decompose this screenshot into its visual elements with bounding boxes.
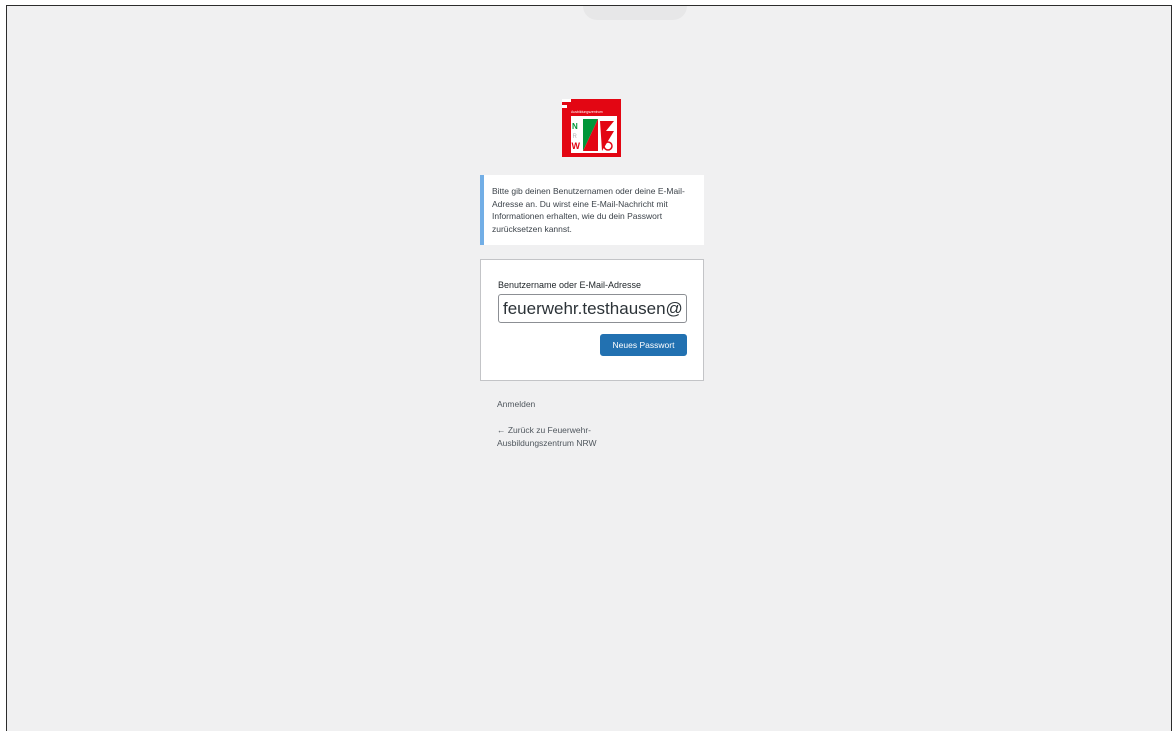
login-link[interactable]: Anmelden <box>497 398 535 411</box>
username-input[interactable] <box>498 294 687 323</box>
top-tab-indicator <box>583 6 687 20</box>
logo-letter-w: W <box>572 141 581 151</box>
logo-letter-n: N <box>572 122 578 131</box>
back-to-site-link[interactable]: ← Zurück zu Feuerwehr-Ausbildungszentrum… <box>497 424 627 449</box>
logo-graphic: Ausbildungszentrum N R W <box>562 99 621 157</box>
username-label: Benutzername oder E-Mail-Adresse <box>498 280 642 290</box>
notice-text: Bitte gib deinen Benutzernamen oder dein… <box>492 186 685 234</box>
site-logo[interactable]: Ausbildungszentrum N R W <box>562 99 621 157</box>
logo-caption: Ausbildungszentrum <box>571 110 603 114</box>
lost-password-form: Benutzername oder E-Mail-Adresse Neues P… <box>480 259 704 381</box>
logo-letter-r: R <box>573 134 578 140</box>
reset-instructions-notice: Bitte gib deinen Benutzernamen oder dein… <box>480 175 704 245</box>
new-password-button[interactable]: Neues Passwort <box>600 334 687 356</box>
